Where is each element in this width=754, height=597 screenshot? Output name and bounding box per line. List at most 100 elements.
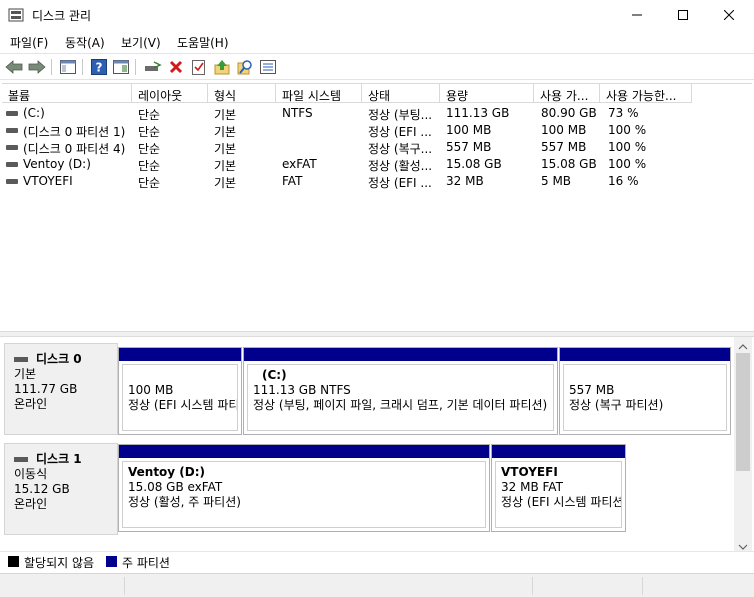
cell-filesystem: FAT [282, 174, 303, 188]
partition-vtoyefi[interactable]: VTOYEFI 32 MB FAT 정상 (EFI 시스템 파티션) [491, 444, 626, 532]
table-row[interactable]: VTOYEFI 단순 기본 FAT 정상 (EFI ... 32 MB 5 MB… [2, 173, 752, 190]
column-header-percent-free[interactable]: 사용 가능한... [600, 84, 692, 103]
status-divider [532, 577, 533, 595]
partition-c-drive[interactable]: (C:) 111.13 GB NTFS 정상 (부팅, 페이지 파일, 크래시 … [243, 347, 558, 435]
close-button[interactable] [706, 0, 752, 30]
column-header-capacity[interactable]: 용량 [440, 84, 534, 103]
scroll-thumb[interactable] [736, 353, 750, 471]
disk-graphical-view[interactable]: 디스크 0 기본 111.77 GB 온라인 100 MB 정상 (EFI 시스… [2, 337, 734, 551]
cell-capacity: 557 MB [446, 140, 492, 154]
volume-list[interactable]: 볼륨 레이아웃 형식 파일 시스템 상태 용량 사용 가... 사용 가능한..… [2, 83, 752, 331]
list-view-button[interactable] [258, 58, 278, 76]
search-button[interactable] [235, 58, 255, 76]
up-arrow-icon [214, 60, 230, 75]
cell-percent-free: 100 % [608, 157, 647, 171]
partition-status: 정상 (부팅, 페이지 파일, 크래시 덤프, 기본 데이터 파티션) [253, 398, 548, 412]
partition-color-bar [492, 445, 625, 458]
disk-0-label[interactable]: 디스크 0 기본 111.77 GB 온라인 [4, 343, 118, 435]
connect-drive-button[interactable] [143, 58, 163, 76]
partition-title: VTOYEFI [501, 465, 558, 479]
delete-button[interactable] [166, 58, 186, 76]
maximize-button[interactable] [660, 0, 706, 30]
cell-layout: 단순 [138, 125, 161, 139]
table-row[interactable]: Ventoy (D:) 단순 기본 exFAT 정상 (활성... 15.08 … [2, 156, 752, 173]
console-tree-button[interactable] [58, 58, 78, 76]
cell-status: 정상 (EFI ... [368, 125, 432, 139]
cell-free-space: 100 MB [541, 123, 587, 137]
cell-volume: (디스크 0 파티션 4) [23, 142, 126, 156]
close-icon [724, 10, 734, 20]
partition-ventoy[interactable]: Ventoy (D:) 15.08 GB exFAT 정상 (활성, 주 파티션… [118, 444, 490, 532]
column-header-volume[interactable]: 볼륨 [2, 84, 132, 103]
details-pane-button[interactable] [111, 58, 131, 76]
menu-view[interactable]: 보기(V) [121, 34, 161, 51]
cell-status: 정상 (활성... [368, 159, 433, 173]
drive-icon [6, 179, 18, 184]
cell-capacity: 15.08 GB [446, 157, 502, 171]
partition-status: 정상 (활성, 주 파티션) [128, 495, 241, 509]
partition-title: Ventoy (D:) [128, 465, 206, 479]
menu-action[interactable]: 동작(A) [65, 34, 105, 51]
drive-icon [6, 128, 18, 133]
column-header-free-space[interactable]: 사용 가... [534, 84, 600, 103]
partition-efi[interactable]: 100 MB 정상 (EFI 시스템 파티션) [118, 347, 242, 435]
partition-color-bar [244, 348, 557, 361]
cell-layout: 단순 [138, 176, 161, 190]
partition-body: (C:) 111.13 GB NTFS 정상 (부팅, 페이지 파일, 크래시 … [247, 364, 554, 431]
partition-color-bar [119, 348, 241, 361]
column-header-type[interactable]: 형식 [208, 84, 276, 103]
table-row[interactable]: (디스크 0 파티션 1) 단순 기본 정상 (EFI ... 100 MB 1… [2, 122, 752, 139]
up-button[interactable] [212, 58, 232, 76]
properties-button[interactable] [189, 58, 209, 76]
cell-layout: 단순 [138, 159, 161, 173]
cell-free-space: 5 MB [541, 174, 572, 188]
cell-free-space: 557 MB [541, 140, 587, 154]
table-row[interactable]: (C:) 단순 기본 NTFS 정상 (부팅... 111.13 GB 80.9… [2, 105, 752, 122]
partition-size: 557 MB [569, 383, 615, 397]
cell-volume: (디스크 0 파티션 1) [23, 125, 126, 139]
column-header-layout[interactable]: 레이아웃 [132, 84, 208, 103]
scroll-up-button[interactable] [738, 340, 748, 354]
cell-status: 정상 (부팅... [368, 108, 433, 122]
properties-check-icon [192, 60, 205, 75]
chevron-up-icon [738, 344, 748, 350]
partition-color-bar [560, 348, 730, 361]
column-header-status[interactable]: 상태 [362, 84, 440, 103]
cell-status: 정상 (EFI ... [368, 176, 432, 190]
connect-drive-icon [145, 61, 162, 71]
cell-capacity: 111.13 GB [446, 106, 510, 120]
cell-percent-free: 100 % [608, 140, 647, 154]
cell-layout: 단순 [138, 108, 161, 122]
vertical-scrollbar[interactable] [734, 337, 752, 551]
menu-help[interactable]: 도움말(H) [177, 34, 229, 51]
partition-body: 100 MB 정상 (EFI 시스템 파티션) [122, 364, 238, 431]
partition-status: 정상 (EFI 시스템 파티션) [501, 495, 622, 509]
svg-text:?: ? [96, 61, 103, 75]
disk-1-label[interactable]: 디스크 1 이동식 15.12 GB 온라인 [4, 443, 118, 535]
minimize-button[interactable] [614, 0, 660, 30]
table-row[interactable]: (디스크 0 파티션 4) 단순 기본 정상 (복구... 557 MB 557… [2, 139, 752, 156]
status-bar [0, 573, 754, 597]
disk-1-state: 온라인 [14, 497, 48, 511]
forward-button[interactable] [27, 58, 47, 76]
toolbar-separator [51, 59, 52, 75]
legend-swatch-primary [106, 556, 117, 567]
delete-icon [169, 60, 183, 74]
cell-volume: (C:) [23, 106, 45, 120]
back-button[interactable] [4, 58, 24, 76]
help-button[interactable]: ? [89, 58, 109, 76]
status-divider [642, 577, 643, 595]
column-header-filesystem[interactable]: 파일 시스템 [276, 84, 362, 103]
cell-free-space: 15.08 GB [541, 157, 597, 171]
drive-icon [6, 111, 18, 116]
partition-size: 111.13 GB NTFS [253, 383, 351, 397]
title-bar[interactable]: 디스크 관리 [0, 0, 754, 30]
disk-1-kind: 이동식 [14, 467, 48, 481]
back-arrow-icon [5, 60, 23, 74]
partition-size: 100 MB [128, 383, 174, 397]
menu-file[interactable]: 파일(F) [10, 34, 48, 51]
disk-1-name: 디스크 1 [36, 452, 82, 466]
partition-recovery[interactable]: 557 MB 정상 (복구 파티션) [559, 347, 731, 435]
cell-volume: Ventoy (D:) [23, 157, 91, 171]
partition-body: 557 MB 정상 (복구 파티션) [563, 364, 727, 431]
